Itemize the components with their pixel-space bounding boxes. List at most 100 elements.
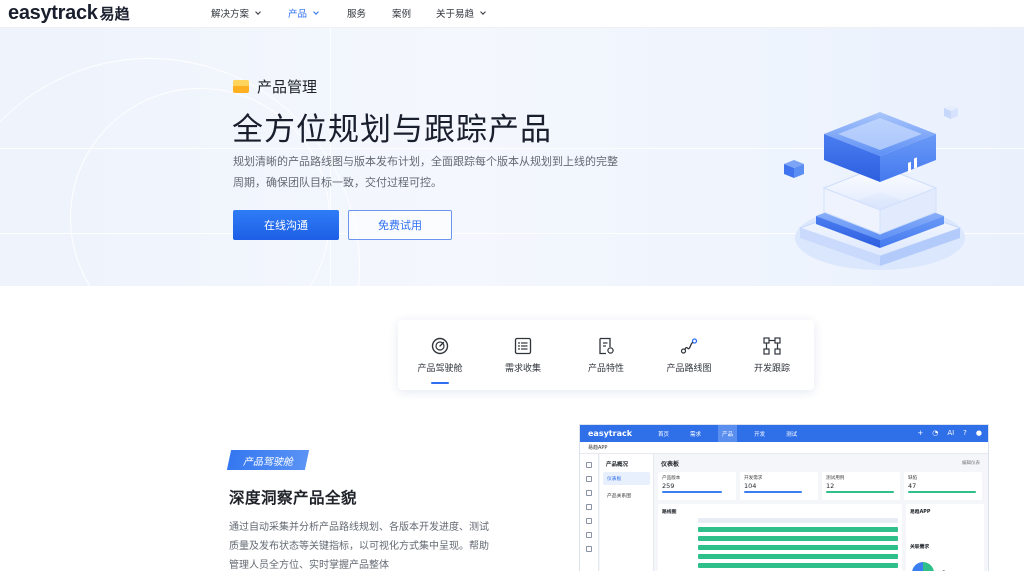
feature-icon (599, 337, 614, 355)
app-sub-bar: 易趋APP (580, 442, 988, 454)
tab-label: 产品路线图 (666, 364, 712, 374)
sidebar-icon (586, 490, 592, 496)
active-tab-indicator (431, 382, 449, 384)
stat-card: 开发需求 104 (740, 472, 818, 500)
app-nav-item: 产品关系图 (607, 494, 631, 499)
nav-item-cases[interactable]: 案例 (392, 6, 411, 20)
bell-icon: ◔ (932, 429, 939, 437)
app-menu-item: 开发 (754, 431, 766, 438)
nav-item-about[interactable]: 关于易趋 (436, 6, 486, 20)
tracking-icon (763, 337, 781, 355)
nav-item-products[interactable]: 产品 (288, 6, 319, 20)
nav-item-label: 产品 (288, 9, 308, 20)
roadmap-bar (698, 563, 898, 568)
tab-label: 产品驾驶舱 (417, 364, 463, 374)
nav-item-label: 服务 (347, 9, 367, 20)
app-project-name: 易趋APP (588, 445, 608, 451)
folder-icon (233, 80, 249, 93)
tab-label: 产品特性 (587, 364, 624, 374)
feature-tabs: 产品驾驶舱 需求收集 产品特性 产品路线图 开发跟踪 (398, 320, 814, 390)
roadmap-icon (680, 338, 698, 354)
app-edit-link: 编辑仪表 (962, 461, 980, 466)
tab-product-features[interactable]: 产品特性 (564, 320, 648, 390)
sidebar-icon (586, 532, 592, 538)
top-navbar: easytrack 易趋 解决方案 产品 服务 案例 关于易趋 (0, 0, 1024, 28)
feature-description: 通过自动采集并分析产品路线规划、各版本开发进度、测试质量及发布状态等关键指标，以… (229, 522, 489, 571)
hero-title: 全方位规划与跟踪产品 (232, 112, 552, 148)
avatar: ● (975, 429, 982, 437)
nav-item-label: 案例 (392, 9, 412, 20)
roadmap-bar (698, 527, 898, 532)
hero-tag-label: 产品管理 (257, 78, 318, 96)
stat-card: 缺陷 47 (904, 472, 982, 500)
ai-icon: AI (947, 429, 955, 437)
stat-label: 产品版本 (662, 476, 681, 481)
card-title: 路线图 (662, 510, 677, 515)
nav-item-solutions[interactable]: 解决方案 (211, 6, 261, 20)
feature-tag: 产品驾驶舱 (226, 450, 310, 470)
tab-product-cockpit[interactable]: 产品驾驶舱 (398, 320, 482, 390)
hero-banner: 产品管理 全方位规划与跟踪产品 规划清晰的产品路线图与版本发布计划，全面跟踪每个… (0, 28, 1024, 286)
stat-value: 47 (908, 482, 917, 490)
card-subtitle: 关联需求 (910, 545, 930, 550)
app-menu-item: 测试 (786, 431, 798, 438)
server-stack-illustration (784, 105, 965, 270)
app-main: 仪表板 编辑仪表 产品版本 259 开发需求 104 测试用例 12 缺陷 47… (658, 456, 986, 571)
app-top-bar: easytrack 首页 需求 产品 开发 测试 + ◔ AI ? ● (580, 425, 988, 442)
app-menu-item: 需求 (690, 431, 702, 438)
app-logo: easytrack (588, 429, 633, 438)
sidebar-icon (586, 476, 592, 482)
app-menu-item: 首页 (658, 431, 670, 438)
stat-card: 测试用例 12 (822, 472, 900, 500)
nav-item-label: 解决方案 (211, 9, 250, 20)
stat-label: 开发需求 (744, 476, 763, 481)
stat-progress (744, 491, 802, 493)
app-sidebar (580, 454, 599, 571)
online-chat-button[interactable]: 在线沟通 (233, 210, 339, 240)
app-nav-item: 仪表板 (603, 472, 650, 485)
chevron-down-icon (480, 8, 486, 15)
stat-card: 产品版本 259 (658, 472, 736, 500)
logo[interactable]: easytrack 易趋 (8, 2, 130, 24)
sidebar-icon (586, 462, 592, 468)
logo-text: easytrack (8, 1, 98, 24)
roadmap-bar (698, 545, 898, 550)
product-info-card: 易趋APP 关联需求 3 (906, 504, 984, 571)
nav-item-services[interactable]: 服务 (347, 6, 366, 20)
list-icon (514, 337, 532, 355)
app-menu-item: 产品 (718, 425, 738, 442)
roadmap-bar (698, 536, 898, 541)
tab-development-tracking[interactable]: 开发跟踪 (730, 320, 814, 390)
tab-label: 开发跟踪 (753, 364, 790, 374)
sidebar-icon (586, 518, 592, 524)
logo-cn: 易趋 (99, 4, 130, 23)
tab-requirement-collection[interactable]: 需求收集 (481, 320, 565, 390)
chevron-down-icon (313, 8, 319, 15)
sidebar-icon (586, 546, 592, 552)
stat-value: 12 (826, 482, 835, 490)
sidebar-icon (586, 504, 592, 510)
plus-icon: + (917, 429, 924, 437)
chevron-down-icon (255, 8, 261, 15)
app-toolbar-icons: + ◔ AI ? ● (917, 429, 982, 437)
stat-progress (662, 491, 722, 493)
pie-chart (912, 562, 934, 571)
feature-tag-label: 产品驾驶舱 (243, 456, 293, 468)
roadmap-bar (698, 518, 898, 523)
free-trial-button[interactable]: 免费试用 (348, 210, 452, 240)
hero-description: 规划清晰的产品路线图与版本发布计划，全面跟踪每个版本从规划到上线的完整周期，确保… (233, 155, 618, 189)
roadmap-bar (698, 554, 898, 559)
tab-label: 需求收集 (504, 364, 541, 374)
app-nav-title: 产品概况 (606, 462, 629, 468)
tab-product-roadmap[interactable]: 产品路线图 (647, 320, 731, 390)
help-icon: ? (963, 429, 967, 437)
stat-progress (908, 491, 976, 493)
stat-value: 259 (662, 482, 675, 490)
hero-tag: 产品管理 (233, 76, 317, 97)
dashboard-icon (431, 337, 449, 355)
card-title: 易趋APP (910, 510, 931, 515)
nav-item-label: 关于易趋 (436, 9, 475, 20)
stat-label: 测试用例 (826, 476, 845, 481)
stat-value: 104 (744, 482, 757, 490)
app-main-title: 仪表板 (661, 461, 680, 468)
